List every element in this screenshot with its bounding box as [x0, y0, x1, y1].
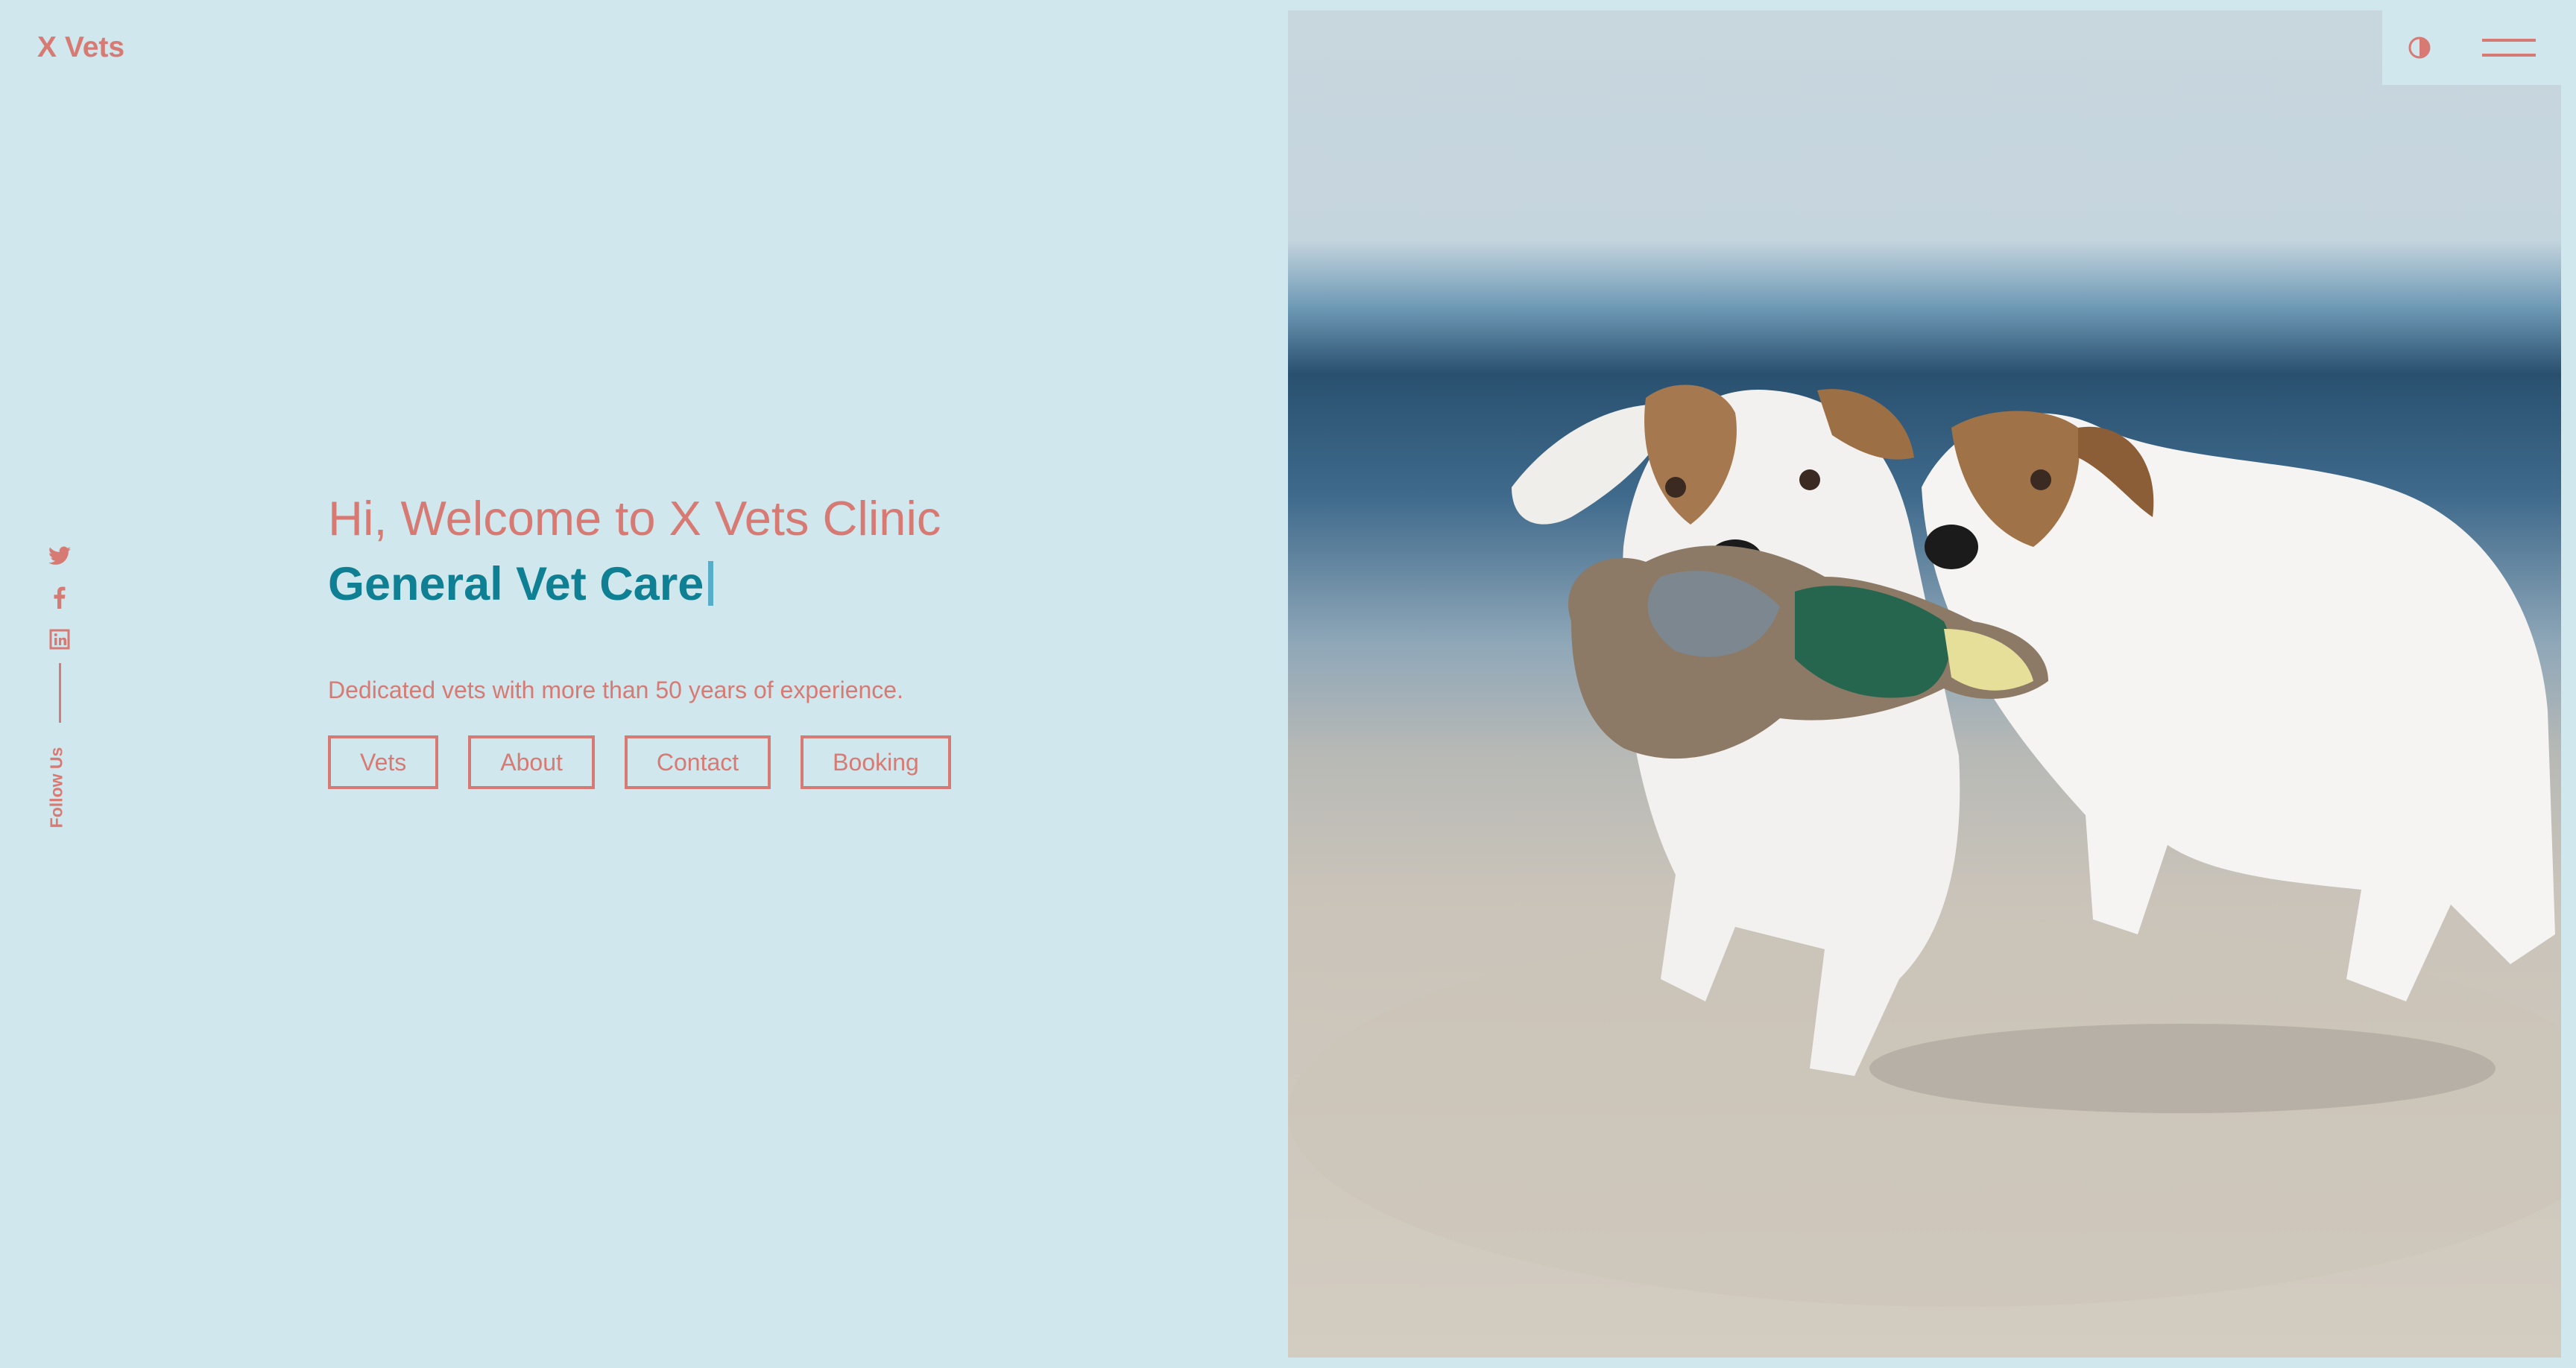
- site-logo[interactable]: X Vets: [37, 31, 124, 64]
- menu-icon-line: [2482, 54, 2536, 57]
- about-button[interactable]: About: [468, 735, 595, 789]
- twitter-icon: [48, 546, 71, 566]
- contact-button[interactable]: Contact: [624, 735, 771, 789]
- typed-text-value: General Vet Care: [328, 558, 704, 610]
- hero-photo: [1288, 10, 2561, 1358]
- social-divider: [58, 663, 61, 723]
- linkedin-icon: [49, 629, 70, 650]
- contrast-icon: [2408, 37, 2431, 63]
- hero-section: Hi, Welcome to X Vets Clinic General Vet…: [328, 489, 981, 789]
- hero-greeting: Hi, Welcome to X Vets Clinic: [328, 491, 941, 545]
- facebook-icon: [54, 586, 66, 609]
- menu-icon: [2482, 39, 2536, 42]
- social-sidebar: [43, 535, 76, 723]
- vets-button[interactable]: Vets: [328, 735, 439, 789]
- booking-button[interactable]: Booking: [801, 735, 951, 789]
- twitter-link[interactable]: [43, 535, 76, 577]
- hero-typed-text: General Vet Care: [328, 556, 981, 612]
- menu-button[interactable]: [2482, 39, 2536, 58]
- hero-tagline: Dedicated vets with more than 50 years o…: [328, 677, 903, 703]
- dogs-on-beach-illustration: [1288, 384, 2561, 1307]
- linkedin-link[interactable]: [43, 618, 76, 660]
- facebook-link[interactable]: [43, 577, 76, 618]
- theme-toggle-button[interactable]: [2408, 36, 2431, 60]
- follow-us-label: Follow Us: [46, 747, 66, 829]
- typing-cursor: [708, 561, 714, 606]
- hero-buttons: Vets About Contact Booking: [328, 735, 981, 789]
